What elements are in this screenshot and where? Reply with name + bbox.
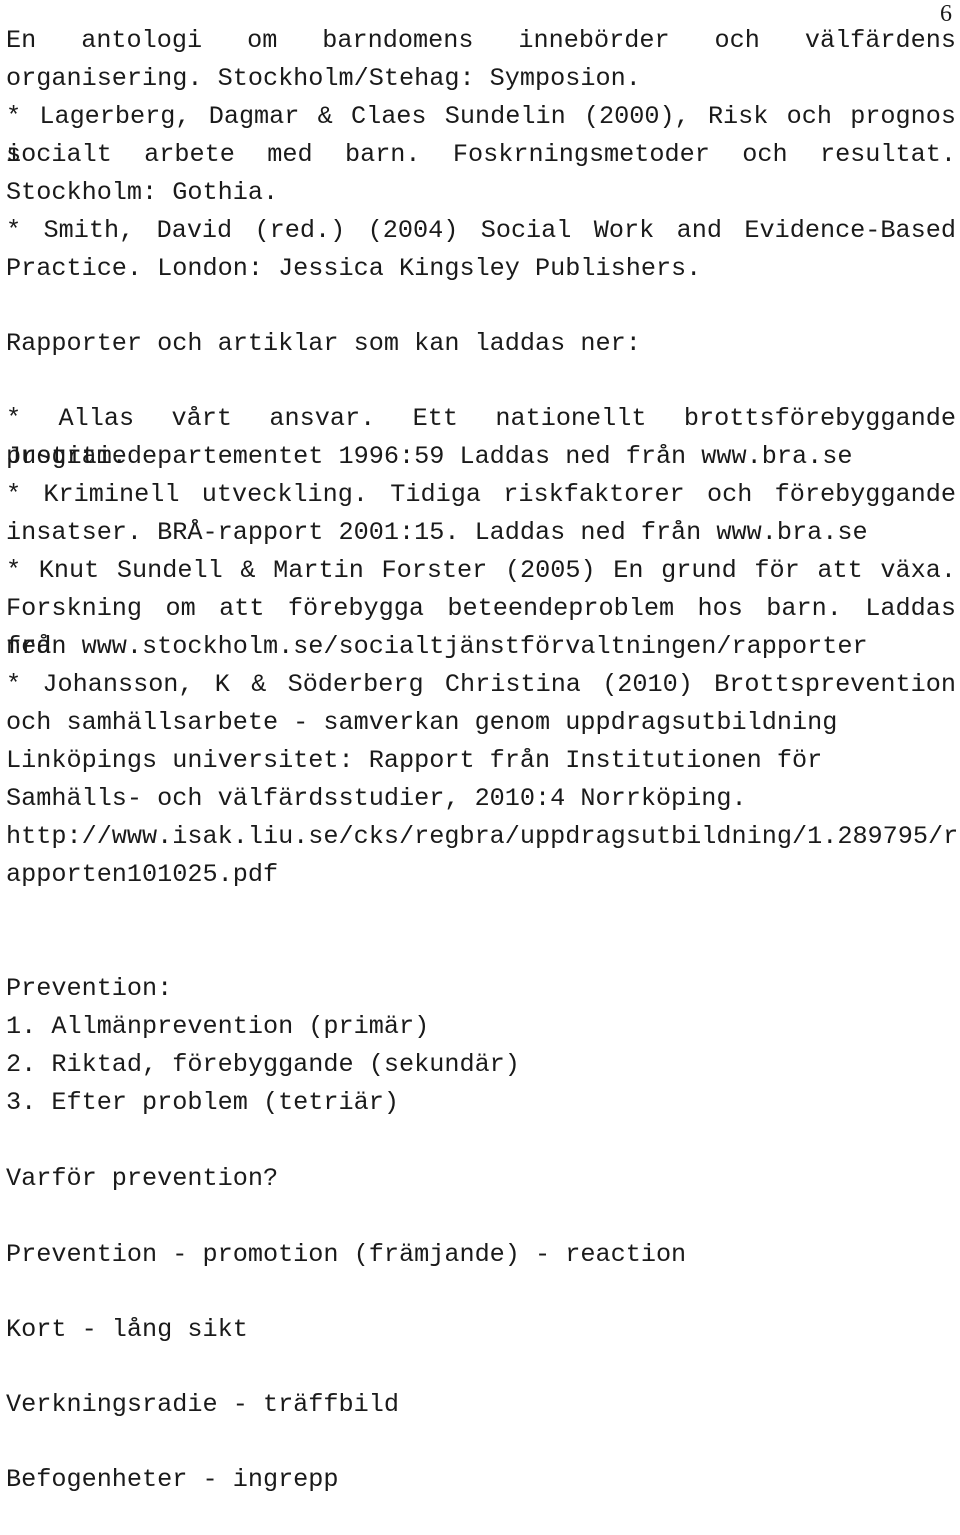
text-line: * Allas vårt ansvar. Ett nationellt brot… (6, 404, 956, 471)
page-content: En antologi om barndomens innebörder och… (6, 22, 959, 1499)
prevention-heading: Prevention: (6, 974, 173, 1003)
references-continued-block: En antologi om barndomens innebörder och… (6, 22, 956, 288)
text-line: organisering. Stockholm/Stehag: Symposio… (6, 64, 641, 93)
url-line-continuation: apporten101025.pdf (6, 860, 279, 889)
list-item: 3. Efter problem (tetriär) (6, 1088, 399, 1117)
document-page: 6 En antologi om barndomens innebörder o… (0, 0, 960, 1535)
concept-lines-block: Prevention - promotion (främjande) - rea… (6, 1236, 956, 1499)
concept-spacer (6, 1349, 956, 1386)
text-line: socialt arbete med barn. Foskrningsmetod… (6, 140, 956, 169)
concept-line: Prevention - promotion (främjande) - rea… (6, 1240, 687, 1269)
text-line: * Smith, David (red.) (2004) Social Work… (6, 216, 956, 245)
text-line: Samhälls- och välfärdsstudier, 2010:4 No… (6, 784, 747, 813)
concept-spacer (6, 1424, 956, 1461)
text-line: * Kriminell utveckling. Tidiga riskfakto… (6, 480, 956, 509)
concept-spacer (6, 1274, 956, 1311)
list-item: 1. Allmänprevention (primär) (6, 1012, 430, 1041)
text-line: * Knut Sundell & Martin Forster (2005) E… (6, 556, 956, 585)
concept-line: Kort - lång sikt (6, 1315, 248, 1344)
text-line: och samhällsarbete - samverkan genom upp… (6, 708, 838, 737)
text-line: Practice. London: Jessica Kingsley Publi… (6, 254, 702, 283)
text-line: från www.stockholm.se/socialtjänstförval… (6, 632, 868, 661)
prevention-list: 1. Allmänprevention (primär) 2. Riktad, … (6, 1008, 956, 1122)
text-line: Justitiedepartementet 1996:59 Laddas ned… (6, 442, 853, 471)
text-line: insatser. BRÅ-rapport 2001:15. Laddas ne… (6, 518, 868, 547)
prevention-question: Varför prevention? (6, 1164, 279, 1193)
concept-line: Verkningsradie - träffbild (6, 1390, 399, 1419)
concept-line: Befogenheter - ingrepp (6, 1465, 339, 1494)
text-line: * Johansson, K & Söderberg Christina (20… (6, 670, 956, 699)
downloadable-heading: Rapporter och artiklar som kan laddas ne… (6, 329, 641, 358)
list-item: 2. Riktad, förebyggande (sekundär) (6, 1050, 520, 1079)
downloadable-items-block: * Allas vårt ansvar. Ett nationellt brot… (6, 400, 959, 894)
text-line: Stockholm: Gothia. (6, 178, 279, 207)
text-line: Forskning om att förebygga beteendeprobl… (6, 594, 956, 661)
url-line: http://www.isak.liu.se/cks/regbra/uppdra… (6, 822, 959, 851)
text-line: * Lagerberg, Dagmar & Claes Sundelin (20… (6, 102, 956, 169)
text-line: En antologi om barndomens innebörder och… (6, 26, 956, 55)
text-line: Linköpings universitet: Rapport från Ins… (6, 746, 823, 775)
